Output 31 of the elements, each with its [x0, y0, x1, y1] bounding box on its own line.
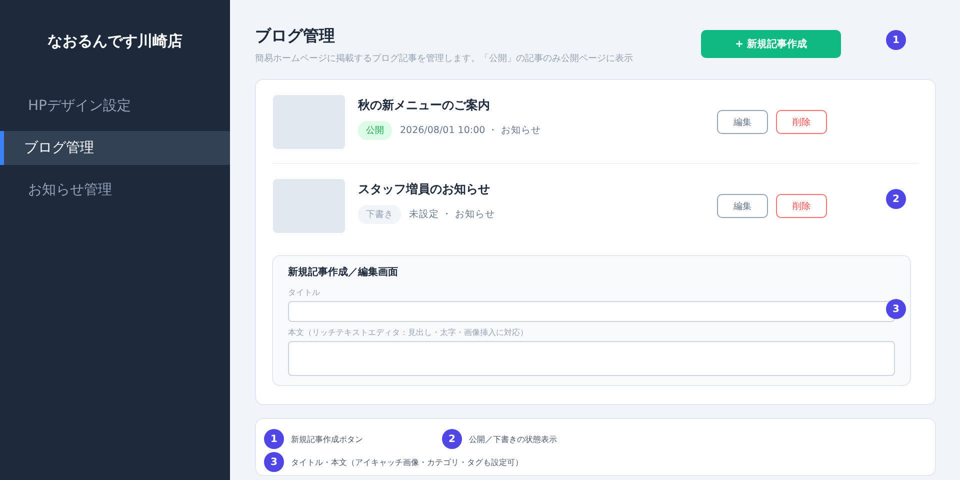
post-meta: 2026/08/01 10:00 ・ お知らせ — [400, 124, 542, 136]
field-label: 本文（リッチテキストエディタ：見出し・太字・画像挿入に対応） — [288, 327, 529, 338]
legend-text: 新規記事作成ボタン — [291, 434, 363, 444]
edit-button[interactable]: 編集 — [717, 194, 768, 218]
legend-text: 公開／下書きの状態表示 — [469, 434, 557, 444]
post-title: スタッフ増員のお知らせ — [358, 180, 491, 198]
sidebar-item[interactable]: HPデザイン設定 — [0, 89, 230, 123]
number-badge: 2 — [442, 429, 462, 449]
edit-button[interactable]: 編集 — [717, 110, 768, 134]
number-badge: 1 — [264, 429, 284, 449]
legend-text: タイトル・本文（アイキャッチ画像・カテゴリ・タグも設定可） — [291, 456, 523, 468]
store-name: なおるんです川崎店 — [46, 31, 184, 52]
thumbnail-placeholder — [273, 179, 345, 233]
delete-button[interactable]: 削除 — [776, 110, 827, 134]
delete-button[interactable]: 削除 — [776, 194, 827, 218]
field-label: タイトル — [288, 287, 321, 298]
new-post-button[interactable]: + 新規記事作成 — [701, 30, 841, 58]
post-title: 秋の新メニューのご案内 — [358, 96, 491, 114]
thumbnail-placeholder — [273, 95, 345, 149]
number-badge: 1 — [886, 30, 906, 50]
status-badge: 公開 — [358, 120, 392, 140]
editor-heading: 新規記事作成／編集画面 — [288, 265, 399, 279]
number-badge: 3 — [264, 452, 284, 472]
title-input[interactable] — [288, 301, 895, 322]
body-input[interactable] — [288, 341, 895, 376]
status-badge: 下書き — [358, 204, 401, 224]
sidebar-item[interactable]: お知らせ管理 — [0, 173, 230, 207]
page-title: ブログ管理 — [255, 26, 336, 47]
page-description: 簡易ホームページに掲載するブログ記事を管理します。「公開」の記事のみ公開ページに表示 — [255, 52, 634, 65]
sidebar-item[interactable]: ブログ管理 — [0, 131, 230, 165]
post-meta: 未設定 ・ お知らせ — [409, 208, 496, 220]
